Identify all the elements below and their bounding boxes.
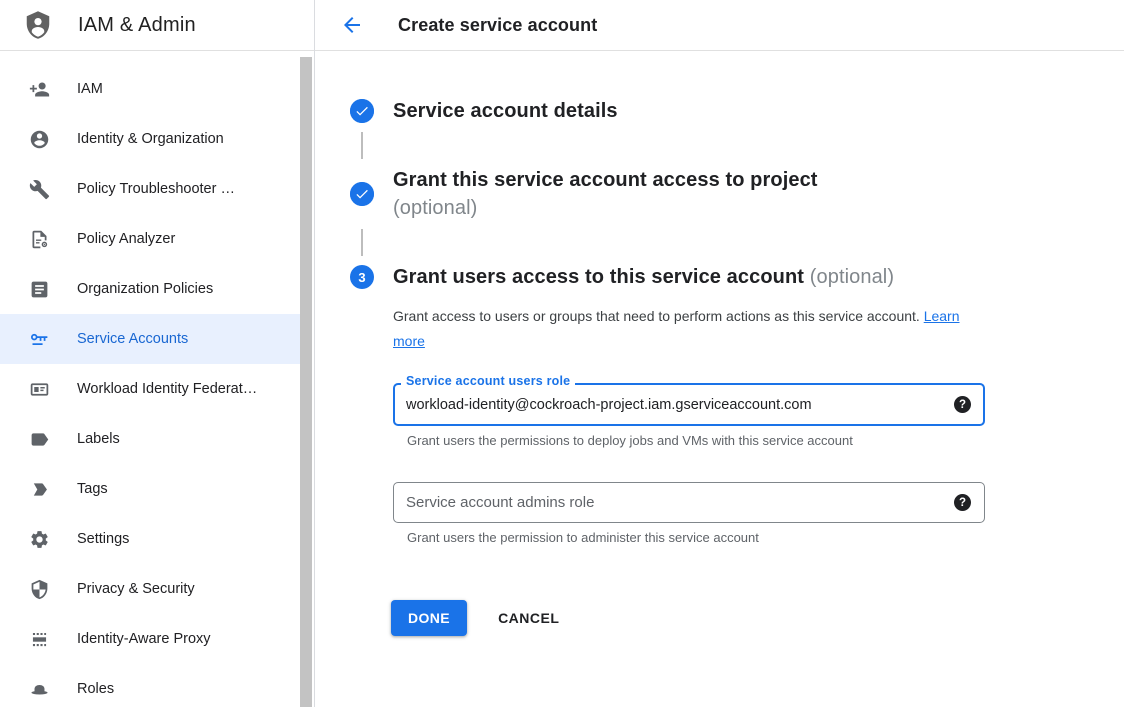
gear-icon [29, 528, 51, 550]
step-1-title: Service account details [393, 97, 618, 125]
page-header: Create service account [315, 0, 1124, 51]
sidebar-item-tags[interactable]: Tags [0, 464, 300, 514]
sidebar-nav: IAM Identity & Organization Policy Trouble… [0, 51, 314, 707]
account-circle-icon [29, 128, 51, 150]
step-connector [361, 132, 363, 159]
sidebar-item-policy-troubleshooter[interactable]: Policy Troubleshooter … [0, 164, 300, 214]
main-panel: Create service account Service account d… [315, 0, 1124, 707]
sidebar-item-label: Policy Troubleshooter … [77, 181, 235, 197]
wrench-icon [29, 178, 51, 200]
users-role-help-icon[interactable]: ? [954, 396, 971, 413]
wizard-content: Service account details Grant this servi… [315, 51, 1124, 707]
back-arrow-icon[interactable] [340, 13, 364, 37]
cancel-button[interactable]: CANCEL [498, 610, 559, 626]
policy-analyzer-icon [29, 228, 51, 250]
step-3-body: Grant access to users or groups that nee… [393, 304, 985, 636]
sidebar-item-workload-identity-federat[interactable]: Workload Identity Federat… [0, 364, 300, 414]
sidebar-item-label: Privacy & Security [77, 581, 195, 597]
shield-icon [29, 578, 51, 600]
sidebar-scrollbar-track[interactable] [300, 51, 313, 707]
sidebar-item-label: Roles [77, 681, 114, 697]
sidebar-item-label: Policy Analyzer [77, 231, 175, 247]
product-header: IAM & Admin [0, 0, 314, 51]
badge-card-icon [29, 378, 51, 400]
users-role-field: Service account users role ? Grant users… [393, 383, 985, 448]
sidebar-item-label: Identity-Aware Proxy [77, 631, 211, 647]
sidebar-item-labels[interactable]: Labels [0, 414, 300, 464]
label-important-icon [29, 478, 51, 500]
sidebar-item-label: Organization Policies [77, 281, 213, 297]
users-role-input[interactable] [406, 397, 954, 413]
step-3-title: Grant users access to this service accou… [393, 263, 894, 291]
service-account-icon [29, 328, 51, 350]
sidebar-item-label: Workload Identity Federat… [77, 381, 257, 397]
proxy-frame-icon [29, 628, 51, 650]
sidebar-item-label: Labels [77, 431, 120, 447]
sidebar-item-label: IAM [77, 81, 103, 97]
page-title: Create service account [398, 15, 597, 36]
admins-role-input-box: ? [393, 482, 985, 523]
admins-role-field: ? Grant users the permission to administ… [393, 482, 985, 545]
step-connector [361, 229, 363, 256]
sidebar-item-label: Identity & Organization [77, 131, 224, 147]
step-1-row: Service account details [350, 97, 1124, 125]
admins-role-helper-text: Grant users the permission to administer… [407, 530, 985, 545]
step-1-complete-check-icon [350, 99, 374, 123]
sidebar-item-label: Service Accounts [77, 331, 188, 347]
wizard-actions: DONE CANCEL [391, 600, 985, 636]
sidebar-item-identity-organization[interactable]: Identity & Organization [0, 114, 300, 164]
sidebar-item-organization-policies[interactable]: Organization Policies [0, 264, 300, 314]
sidebar-panel: IAM & Admin IAM Identity & Organization Po… [0, 0, 315, 707]
iam-shield-logo-icon [22, 9, 54, 41]
sidebar-item-label: Tags [77, 481, 108, 497]
person-add-icon [29, 78, 51, 100]
step-2-title: Grant this service account access to pro… [393, 166, 818, 222]
product-title: IAM & Admin [78, 14, 196, 37]
sidebar-item-label: Settings [77, 531, 129, 547]
users-role-helper-text: Grant users the permissions to deploy jo… [407, 433, 985, 448]
step-3-optional-label: (optional) [810, 266, 894, 288]
sidebar-item-roles[interactable]: Roles [0, 664, 300, 707]
step-2-optional-label: (optional) [393, 194, 818, 222]
iam-create-service-account-page: IAM & Admin IAM Identity & Organization Po… [0, 0, 1124, 707]
done-button[interactable]: DONE [391, 600, 467, 636]
label-tag-icon [29, 428, 51, 450]
article-icon [29, 278, 51, 300]
users-role-label: Service account users role [401, 374, 575, 388]
admins-role-help-icon[interactable]: ? [954, 494, 971, 511]
sidebar-item-privacy-security[interactable]: Privacy & Security [0, 564, 300, 614]
step-2-row: Grant this service account access to pro… [350, 166, 1124, 222]
sidebar-item-identity-aware-proxy[interactable]: Identity-Aware Proxy [0, 614, 300, 664]
sidebar-item-settings[interactable]: Settings [0, 514, 300, 564]
step-3-row: 3 Grant users access to this service acc… [350, 263, 1124, 291]
users-role-input-box: ? [393, 383, 985, 426]
sidebar-item-policy-analyzer[interactable]: Policy Analyzer [0, 214, 300, 264]
admins-role-input[interactable] [406, 495, 954, 511]
sidebar-item-service-accounts[interactable]: Service Accounts [0, 314, 300, 364]
sidebar-item-iam[interactable]: IAM [0, 64, 300, 114]
step-3-number-badge: 3 [350, 265, 374, 289]
step-2-complete-check-icon [350, 182, 374, 206]
step-3-description: Grant access to users or groups that nee… [393, 304, 969, 354]
hat-icon [29, 678, 51, 700]
sidebar-scrollbar-thumb[interactable] [300, 57, 312, 707]
